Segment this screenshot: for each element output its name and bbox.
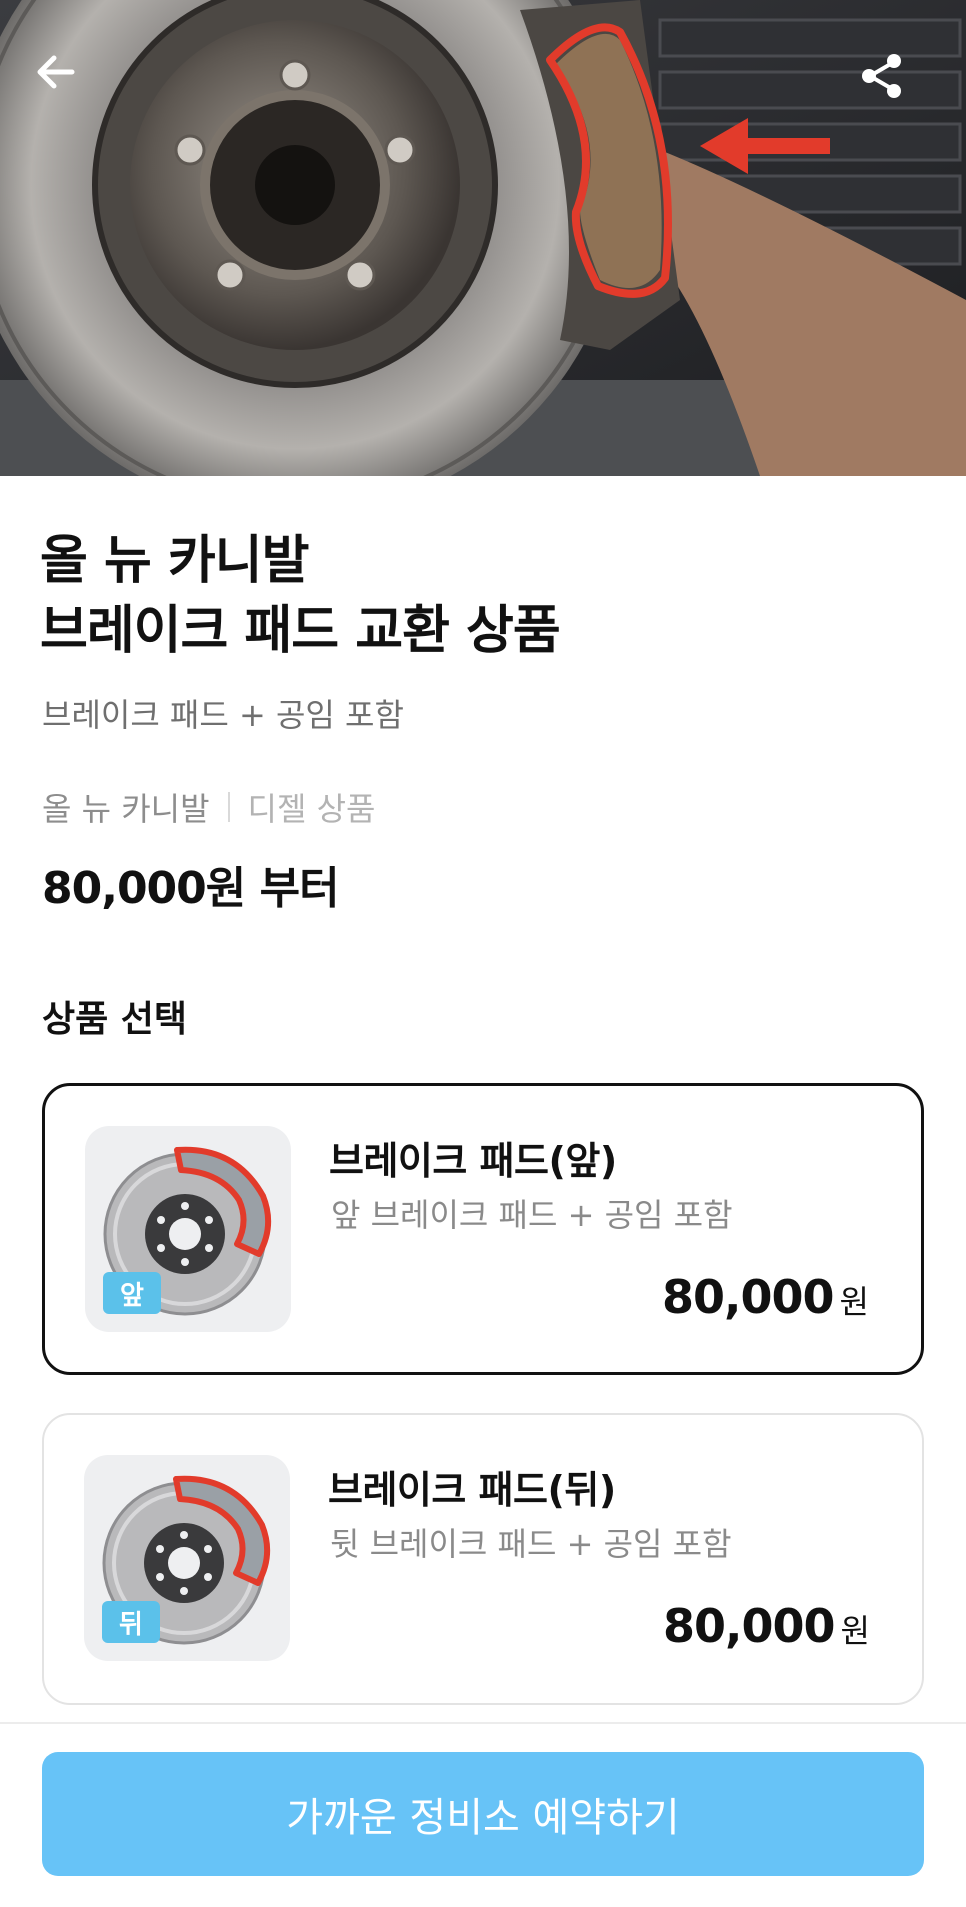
share-button[interactable] (854, 48, 934, 128)
vehicle-model: 올 뉴 카니발 (42, 790, 210, 828)
reserve-nearby-shop-button[interactable]: 가까운 정비소 예약하기 (42, 1752, 924, 1876)
position-badge: 뒤 (102, 1601, 160, 1643)
bottom-divider (0, 1722, 966, 1724)
starting-price: 80,000원 부터 (42, 863, 340, 914)
product-meta: 올 뉴 카니발 디젤 상품 (42, 784, 375, 830)
title-line-2: 브레이크 패드 교환 상품 (40, 601, 561, 661)
option-price-value: 80,000 (662, 1270, 835, 1324)
page-title: 올 뉴 카니발 브레이크 패드 교환 상품 (40, 526, 561, 666)
option-name: 브레이크 패드(앞) (329, 1139, 617, 1183)
option-price: 80,000 원 (662, 1270, 869, 1324)
product-subtitle: 브레이크 패드 + 공임 포함 (42, 696, 404, 734)
arrow-left-icon (37, 55, 75, 89)
back-button[interactable] (32, 48, 112, 128)
option-price-unit: 원 (839, 1283, 869, 1321)
option-card-rear[interactable]: 뒤 브레이크 패드(뒤) 뒷 브레이크 패드 + 공임 포함 80,000 원 (42, 1413, 924, 1705)
hero-image (0, 0, 966, 476)
option-thumbnail: 뒤 (84, 1455, 290, 1661)
fuel-type: 디젤 상품 (247, 790, 376, 828)
option-description: 뒷 브레이크 패드 + 공임 포함 (330, 1525, 732, 1563)
option-price-value: 80,000 (663, 1599, 836, 1653)
option-name: 브레이크 패드(뒤) (328, 1468, 616, 1512)
option-thumbnail: 앞 (85, 1126, 291, 1332)
section-title: 상품 선택 (42, 999, 188, 1040)
share-icon (862, 54, 901, 98)
brake-photo-illustration (0, 0, 966, 476)
meta-divider (227, 792, 230, 822)
option-card-front[interactable]: 앞 브레이크 패드(앞) 앞 브레이크 패드 + 공임 포함 80,000 원 (42, 1083, 924, 1375)
position-badge: 앞 (103, 1272, 161, 1314)
option-price-unit: 원 (840, 1612, 870, 1650)
option-price: 80,000 원 (663, 1599, 870, 1653)
title-line-1: 올 뉴 카니발 (40, 531, 309, 591)
option-description: 앞 브레이크 패드 + 공임 포함 (331, 1196, 733, 1234)
